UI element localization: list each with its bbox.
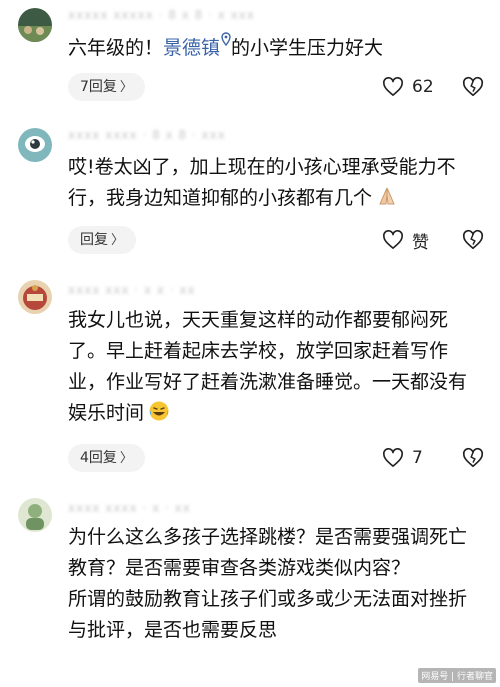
comment-text: 哎!卷太凶了，加上现在的小孩心理承受能力不行，我身边知道抑郁的小孩都有几个 — [68, 152, 478, 214]
comment-text: 六年级的！景德镇 的小学生压力好大 — [68, 32, 478, 64]
reply-button[interactable]: 回复〉 — [68, 226, 137, 254]
folded-hands-icon — [379, 187, 395, 205]
location-pin-icon — [221, 32, 231, 46]
reply-count: 7回复 — [80, 79, 117, 95]
comment-paragraph: 所谓的鼓励教育让孩子们或多或少无法面对挫折与批评，是否也需要反思 — [68, 588, 468, 641]
avatar[interactable] — [18, 498, 52, 532]
dislike-heart-icon[interactable] — [462, 229, 484, 251]
comment-meta: xxxx xxxx · 8 x 8 · xxx — [68, 128, 226, 142]
avatar[interactable] — [18, 8, 52, 42]
location-link[interactable]: 景德镇 — [163, 37, 220, 59]
chevron-right-icon: 〉 — [119, 451, 133, 466]
heart-icon — [383, 448, 403, 467]
like-label: 赞 — [412, 232, 429, 253]
comment-text-before: 六年级的！ — [68, 37, 164, 59]
reply-button[interactable]: 4回复〉 — [68, 444, 145, 472]
avatar[interactable] — [18, 128, 52, 162]
like-count: 7 — [412, 448, 423, 468]
comment-paragraph: 为什么这么多孩子选择跳楼？是否需要强调死亡教育？是否需要审查各类游戏类似内容？ — [68, 526, 468, 579]
comment-meta: xxxx xxxx · x · xx — [68, 501, 191, 515]
reply-label: 回复 — [80, 232, 108, 248]
reply-count: 4回复 — [80, 450, 117, 466]
like-button[interactable]: 62 — [382, 73, 434, 101]
comment-meta: xxxxx xxxxx · 8 x 8 · x xxx — [68, 8, 255, 22]
like-button[interactable]: 赞 — [382, 226, 429, 254]
avatar[interactable] — [18, 280, 52, 314]
heart-icon — [383, 77, 403, 96]
comment-text: 为什么这么多孩子选择跳楼？是否需要强调死亡教育？是否需要审查各类游戏类似内容？ … — [68, 522, 478, 646]
comment-body: 我女儿也说，天天重复这样的动作都要郁闷死了。早上赶着起床去学校，放学回家赶着写作… — [68, 309, 468, 424]
dislike-heart-icon[interactable] — [462, 76, 484, 98]
watermark: 网易号 | 行者聊官 — [418, 668, 496, 683]
dislike-heart-icon[interactable] — [462, 447, 484, 469]
like-button[interactable]: 7 — [382, 444, 423, 472]
laughing-crying-face-icon — [149, 401, 169, 421]
like-count: 62 — [412, 77, 434, 97]
comment-meta: xxxx xxx · x x · xx — [68, 283, 196, 297]
comment-text-after: 的小学生压力好大 — [231, 37, 384, 59]
reply-button[interactable]: 7回复〉 — [68, 73, 145, 101]
comment-text: 我女儿也说，天天重复这样的动作都要郁闷死了。早上赶着起床去学校，放学回家赶着写作… — [68, 305, 478, 429]
chevron-right-icon: 〉 — [111, 233, 125, 248]
chevron-right-icon: 〉 — [119, 80, 133, 95]
heart-icon — [383, 230, 403, 249]
